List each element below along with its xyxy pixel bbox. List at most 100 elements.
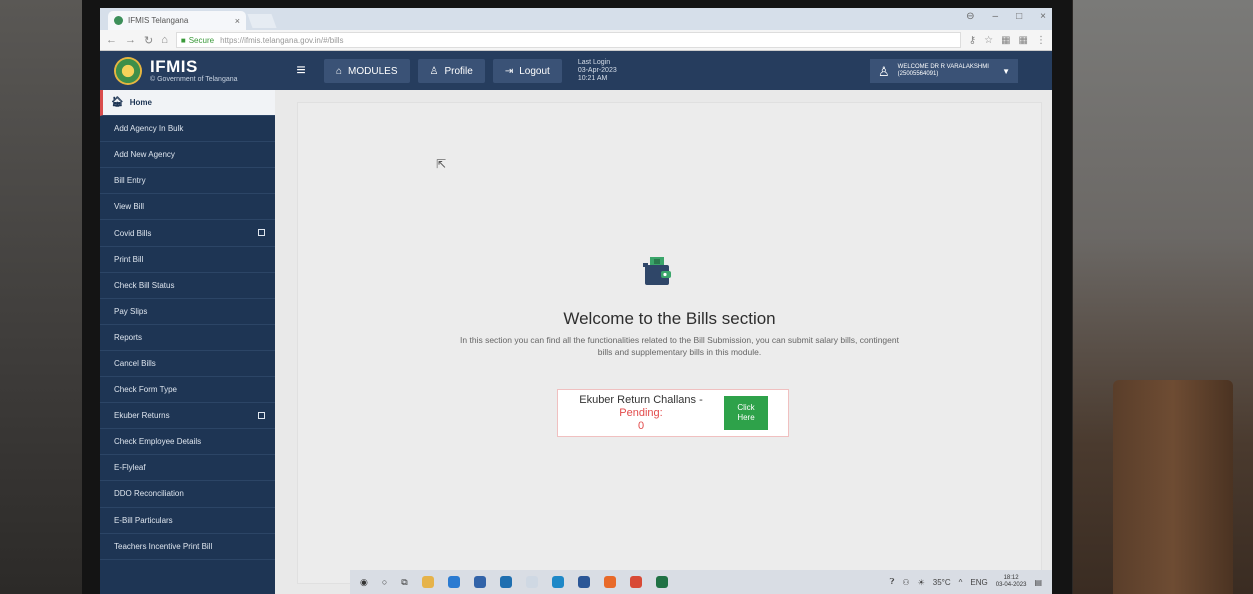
clock-time: 18:12 (1003, 575, 1019, 581)
sidebar-item-label: Pay Slips (114, 306, 148, 316)
logout-button[interactable]: ⇥ Logout (492, 59, 562, 83)
sidebar-item-cancel-bills[interactable]: Cancel Bills (100, 351, 275, 378)
language-text[interactable]: ENG (970, 578, 987, 587)
sidebar-item-label: Covid Bills (114, 228, 152, 238)
ekuber-status-text: Ekuber Return Challans - Pending: 0 (566, 394, 716, 433)
star-icon[interactable]: ☆ (984, 35, 993, 46)
key-icon[interactable]: ⚷ (969, 35, 976, 46)
browser-tab[interactable]: IFMIS Telangana × (108, 11, 246, 30)
sidebar-item-covid-bills[interactable]: Covid Bills (100, 220, 275, 247)
window-controls: ⊖ – □ × (966, 11, 1046, 22)
task-view-icon[interactable]: ⧉ (401, 577, 407, 588)
store-icon[interactable] (499, 576, 512, 588)
sidebar-item-print-bill[interactable]: Print Bill (100, 247, 275, 273)
browser-address-bar: ← → ↻ ⌂ ■ Secure https://ifmis.telangana… (100, 30, 1052, 51)
extension-icon[interactable]: ▦ (1001, 35, 1010, 46)
sidebar-item-pay-slips[interactable]: Pay Slips (100, 299, 275, 325)
weather-icon[interactable]: ☀ (918, 578, 925, 587)
minimize-button[interactable]: – (993, 11, 999, 22)
windows-taskbar: ◉ ○ ⧉ ❓︎ ⚇ ☀ 35°C ^ ENG 18:12 03-04-2023… (350, 570, 1052, 594)
people-icon[interactable]: ⚇ (902, 578, 909, 587)
app-icon-3[interactable] (525, 576, 538, 588)
ekuber-pending-label: Pending: (619, 406, 663, 419)
home-icon[interactable]: ⌂ (161, 34, 168, 46)
brand-name: IFMIS (150, 57, 198, 76)
expand-icon[interactable] (258, 412, 265, 420)
menu-dots-icon[interactable]: ⋮ (1036, 35, 1046, 46)
taskbar-clock[interactable]: 18:12 03-04-2023 (996, 575, 1027, 589)
person-icon: ♙ (429, 65, 439, 77)
modules-label: MODULES (348, 65, 398, 77)
logout-icon: ⇥ (504, 65, 514, 77)
secure-label: Secure (188, 35, 215, 45)
main-content: ⇱ Welcome to the Bills section In this s… (275, 90, 1052, 594)
sidebar-item-bill-entry[interactable]: Bill Entry (100, 168, 275, 195)
sidebar-item-e-bill-particulars[interactable]: E-Bill Particulars (100, 508, 275, 534)
sidebar-item-teachers-incentive[interactable]: Teachers Incentive Print Bill (100, 534, 275, 560)
sidebar-item-label: Add Agency In Bulk (114, 124, 184, 134)
sidebar-item-check-bill-status[interactable]: Check Bill Status (100, 273, 275, 299)
click-here-button[interactable]: Click Here (724, 396, 768, 430)
clock-date: 03-04-2023 (995, 582, 1027, 588)
page-title: Welcome to the Bills section (563, 309, 776, 328)
sidebar-item-view-bill[interactable]: View Bill (100, 194, 275, 221)
notification-icon[interactable]: ▤ (1034, 578, 1042, 587)
sidebar-item-label: Check Employee Details (114, 437, 202, 447)
forward-arrow-icon[interactable]: → (125, 34, 136, 46)
app-icon[interactable] (447, 576, 460, 588)
sidebar-item-check-employee-details[interactable]: Check Employee Details (100, 429, 275, 456)
ekuber-pending-count: 0 (637, 419, 645, 432)
start-button-icon[interactable]: ◉ (360, 577, 368, 588)
sidebar-item-label: DDO Reconciliation (114, 489, 184, 499)
sidebar-item-check-form-type[interactable]: Check Form Type (100, 377, 275, 404)
sidebar-item-add-agency-bulk[interactable]: Add Agency In Bulk (100, 116, 275, 143)
help-icon[interactable]: ❓︎ (890, 577, 895, 587)
sidebar-item-add-new-agency[interactable]: Add New Agency (100, 142, 275, 169)
extension-icon-2[interactable]: ▦ (1019, 35, 1028, 46)
user-menu-dropdown[interactable]: ♙ WELCOME DR R VARALAKSHMI (25005564091)… (870, 59, 1018, 83)
maximize-button[interactable]: □ (1016, 11, 1022, 22)
browser-toolbar-icons: ⚷ ☆ ▦ ▦ ⋮ (969, 35, 1046, 46)
brand-subtitle: © Government of Telangana (150, 76, 238, 83)
sidebar-item-ekuber-returns[interactable]: Ekuber Returns (100, 403, 275, 430)
app-icon-2[interactable] (473, 576, 486, 588)
sidebar-item-label: Check Bill Status (114, 280, 175, 290)
sidebar-item-home[interactable]: 🏠︎ Home (100, 90, 275, 117)
reload-icon[interactable]: ↻ (144, 34, 153, 47)
favicon-icon (114, 16, 123, 25)
logout-label: Logout (519, 65, 550, 77)
home-outline-icon: ⌂ (336, 65, 343, 77)
expand-icon[interactable] (258, 229, 265, 237)
profile-icon[interactable]: ⊖ (966, 11, 974, 22)
sidebar-item-label: E-Flyleaf (114, 463, 146, 473)
last-login-date: 03-Apr-2023 (577, 67, 617, 74)
profile-button[interactable]: ♙ Profile (417, 59, 485, 83)
chrome-icon[interactable] (629, 576, 642, 588)
word-icon[interactable] (577, 576, 590, 588)
page-description: In this section you can find all the fun… (460, 335, 899, 357)
wallet-icon (643, 257, 671, 285)
chevron-down-icon: ▼ (1002, 66, 1010, 76)
sidebar-item-reports[interactable]: Reports (100, 325, 275, 351)
modules-button[interactable]: ⌂ MODULES (324, 59, 410, 83)
tab-close-icon[interactable]: × (235, 16, 240, 26)
url-input[interactable]: ■ Secure https://ifmis.telangana.gov.in/… (175, 32, 961, 48)
hamburger-menu-icon[interactable]: ≡ (286, 62, 316, 80)
back-arrow-icon[interactable]: ← (106, 34, 117, 46)
sidebar-item-e-flyleaf[interactable]: E-Flyleaf (100, 455, 275, 482)
sidebar-item-label: Reports (114, 332, 143, 342)
tray-chevron-icon[interactable]: ^ (959, 578, 963, 587)
sidebar-item-label: Ekuber Returns (114, 411, 170, 421)
file-explorer-icon[interactable] (421, 576, 434, 588)
brand[interactable]: IFMIS © Government of Telangana (100, 51, 270, 91)
welcome-id: (25005564091) (897, 71, 939, 77)
last-login-label: Last Login (577, 59, 611, 66)
excel-icon[interactable] (655, 576, 668, 588)
close-window-button[interactable]: × (1040, 11, 1046, 22)
firefox-icon[interactable] (603, 576, 616, 588)
edge-icon[interactable] (551, 576, 564, 588)
search-icon[interactable]: ○ (382, 577, 387, 587)
new-tab-button[interactable] (247, 14, 277, 28)
sidebar-item-ddo-reconciliation[interactable]: DDO Reconciliation (100, 481, 275, 508)
lock-icon: ■ (180, 35, 186, 45)
